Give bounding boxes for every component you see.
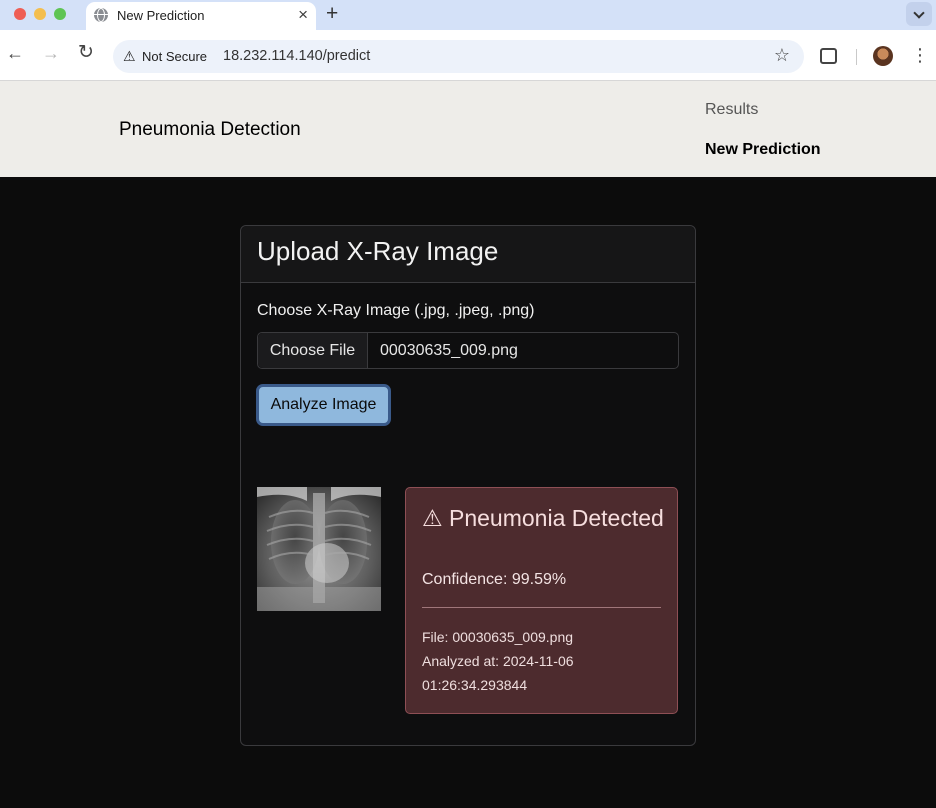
- result-title: ⚠ Pneumonia Detected: [422, 505, 664, 531]
- result-analyzed-at: Analyzed at: 2024-11-06: [422, 653, 574, 669]
- analyze-image-button[interactable]: Analyze Image: [256, 384, 391, 426]
- file-input[interactable]: Choose File 00030635_009.png: [257, 332, 679, 369]
- xray-graphic: [257, 487, 381, 611]
- site-brand[interactable]: Pneumonia Detection: [119, 119, 301, 141]
- new-tab-button[interactable]: +: [326, 2, 338, 26]
- nav-link-results[interactable]: Results: [705, 101, 758, 119]
- tab-search-chevron-icon[interactable]: [906, 2, 932, 26]
- close-tab-icon[interactable]: ×: [298, 5, 308, 25]
- profile-avatar[interactable]: [873, 46, 893, 66]
- security-label[interactable]: Not Secure: [142, 49, 207, 64]
- site-navbar: Pneumonia Detection Results New Predicti…: [0, 81, 936, 177]
- file-field-label: Choose X-Ray Image (.jpg, .jpeg, .png): [257, 302, 535, 319]
- upload-card: Upload X-Ray Image Choose X-Ray Image (.…: [240, 225, 696, 746]
- extensions-puzzle-icon[interactable]: [820, 48, 837, 64]
- maximize-window-button[interactable]: [54, 8, 66, 20]
- minimize-window-button[interactable]: [34, 8, 46, 20]
- card-title: Upload X-Ray Image: [257, 236, 499, 266]
- globe-icon: [94, 8, 108, 22]
- address-bar[interactable]: ⚠ Not Secure 18.232.114.140/predict ☆: [113, 40, 804, 73]
- prediction-result-alert: ⚠ Pneumonia Detected Confidence: 99.59% …: [405, 487, 678, 714]
- choose-file-button[interactable]: Choose File: [258, 333, 368, 368]
- browser-tab-bar: New Prediction × +: [0, 0, 936, 30]
- confidence-value: Confidence: 99.59%: [422, 571, 567, 588]
- toolbar-divider: [856, 49, 857, 65]
- selected-file-name: 00030635_009.png: [380, 342, 518, 359]
- back-arrow-icon[interactable]: ←: [6, 42, 24, 64]
- result-analyzed-time: 01:26:34.293844: [422, 677, 528, 693]
- result-file-name: File: 00030635_009.png: [422, 629, 574, 645]
- nav-link-new-prediction[interactable]: New Prediction: [705, 141, 821, 159]
- warning-icon: ⚠: [123, 48, 136, 64]
- xray-preview-image: [257, 487, 381, 611]
- close-window-button[interactable]: [14, 8, 26, 20]
- reload-icon[interactable]: ↻: [78, 42, 94, 64]
- browser-menu-icon[interactable]: ⋮: [911, 44, 929, 66]
- tab-title: New Prediction: [117, 8, 205, 23]
- card-header: Upload X-Ray Image: [241, 226, 695, 283]
- browser-tab[interactable]: New Prediction ×: [86, 2, 316, 30]
- bookmark-star-icon[interactable]: ☆: [774, 45, 790, 66]
- result-divider: [422, 607, 661, 608]
- browser-toolbar: ← → ↻ ⚠ Not Secure 18.232.114.140/predic…: [0, 30, 936, 81]
- forward-arrow-icon[interactable]: →: [42, 42, 60, 64]
- url-text[interactable]: 18.232.114.140/predict: [223, 48, 370, 64]
